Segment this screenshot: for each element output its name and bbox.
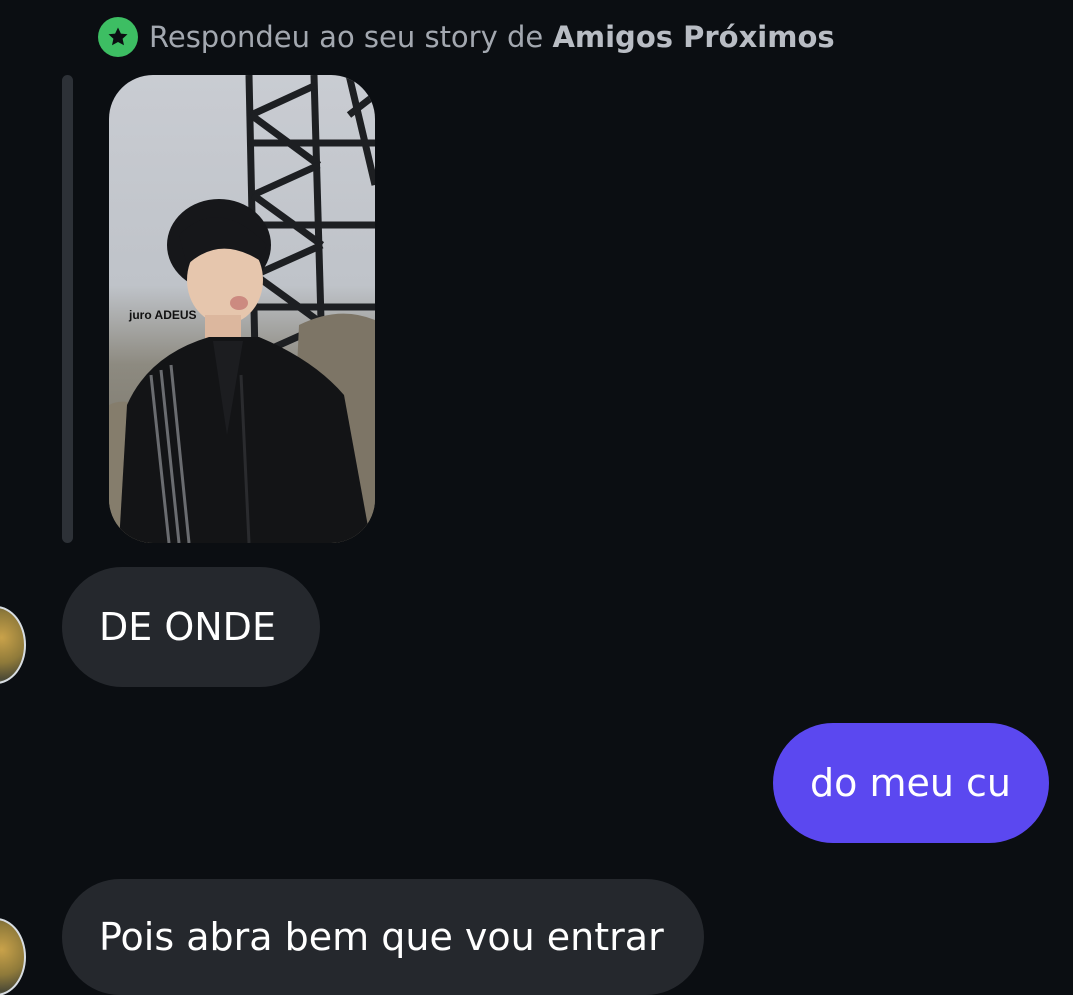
story-caption: juro ADEUS — [129, 308, 197, 322]
star-icon — [108, 27, 128, 46]
message-bubble-incoming[interactable]: Pois abra bem que vou entrar — [62, 879, 704, 995]
message-text: DE ONDE — [99, 605, 276, 649]
quote-bar — [62, 75, 73, 543]
chat-thread: Respondeu ao seu story de Amigos Próximo… — [0, 0, 1073, 995]
sender-avatar[interactable] — [0, 918, 26, 995]
reply-text: Respondeu ao seu story de Amigos Próximo… — [149, 20, 835, 54]
sender-avatar[interactable] — [0, 606, 26, 684]
reply-prefix: Respondeu ao seu story de — [149, 20, 544, 54]
story-thumbnail[interactable]: juro ADEUS — [109, 75, 375, 543]
message-bubble-incoming[interactable]: DE ONDE — [62, 567, 320, 687]
message-bubble-outgoing[interactable]: do meu cu — [773, 723, 1049, 843]
close-friends-badge — [98, 17, 138, 57]
message-text: do meu cu — [810, 761, 1011, 805]
story-reply-header: Respondeu ao seu story de Amigos Próximo… — [98, 16, 835, 58]
audience-name: Amigos Próximos — [552, 20, 835, 54]
message-text: Pois abra bem que vou entrar — [99, 915, 664, 959]
